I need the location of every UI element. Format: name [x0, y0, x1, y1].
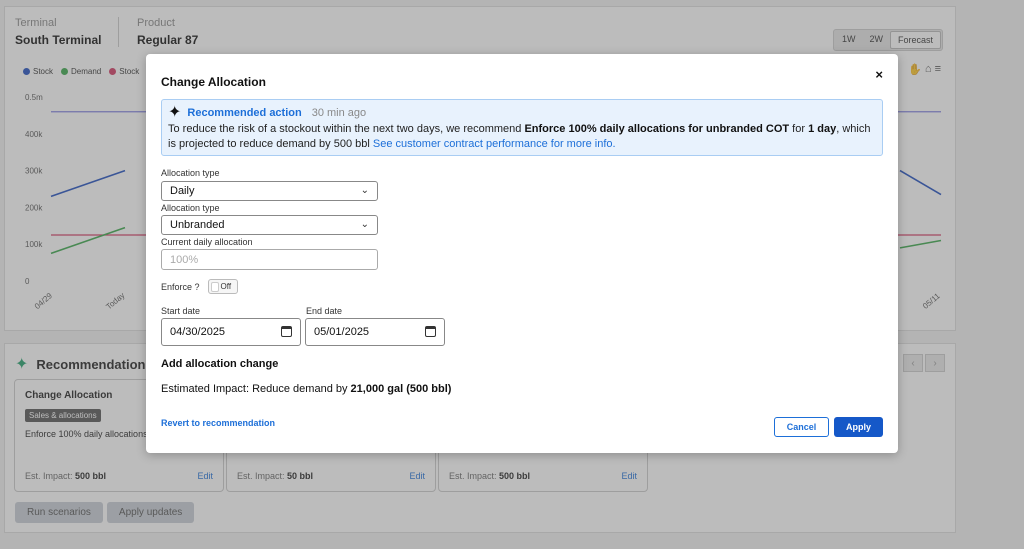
apply-button[interactable]: Apply [834, 417, 883, 437]
chevron-down-icon: ⌄ [360, 185, 369, 196]
select-value: Unbranded [170, 219, 225, 231]
allocation-type-label: Allocation type [161, 203, 220, 213]
current-daily-allocation-input: 100% [161, 249, 378, 270]
impact-value: 21,000 gal (500 bbl) [350, 383, 452, 395]
banner-text: To reduce the risk of a stockout within … [168, 122, 876, 152]
estimated-impact: Estimated Impact: Reduce demand by 21,00… [161, 383, 451, 395]
toggle-knob [210, 281, 219, 292]
revert-to-recommendation-link[interactable]: Revert to recommendation [161, 418, 275, 428]
cancel-button[interactable]: Cancel [774, 417, 829, 437]
current-daily-allocation-label: Current daily allocation [161, 237, 253, 247]
allocation-period-select[interactable]: Daily ⌄ [161, 181, 378, 201]
banner-title: Recommended action [187, 107, 302, 119]
banner-timestamp: 30 min ago [311, 107, 367, 119]
calendar-icon[interactable] [425, 326, 436, 337]
end-date-value: 05/01/2025 [314, 326, 370, 338]
chevron-down-icon: ⌄ [360, 219, 369, 230]
close-icon[interactable]: × [875, 67, 883, 82]
change-allocation-modal: Change Allocation × ✦ Recommended action… [146, 54, 898, 453]
impact-prefix: Estimated Impact: Reduce demand by [161, 383, 351, 395]
banner-text-bold: Enforce 100% daily allocations for unbra… [524, 123, 790, 135]
banner-text-bold: 1 day [808, 123, 837, 135]
start-date-value: 04/30/2025 [170, 326, 226, 338]
allocation-brand-select[interactable]: Unbranded ⌄ [161, 215, 378, 235]
calendar-icon[interactable] [281, 326, 292, 337]
banner-text-part: To reduce the risk of a stockout within … [168, 123, 525, 135]
banner-header: ✦ Recommended action 30 min ago [168, 105, 876, 121]
enforce-toggle[interactable]: Off [207, 279, 238, 294]
contract-performance-link[interactable]: See customer contract performance for mo… [373, 138, 616, 150]
start-date-label: Start date [161, 306, 201, 316]
start-date-input[interactable]: 04/30/2025 [161, 318, 301, 346]
enforce-row: Enforce ? Off [161, 279, 238, 294]
end-date-label: End date [306, 306, 343, 316]
modal-title: Change Allocation [161, 75, 266, 89]
enforce-label: Enforce ? [161, 281, 200, 292]
sparkle-icon: ✦ [168, 104, 182, 121]
toggle-state: Off [220, 282, 232, 291]
allocation-type-label: Allocation type [161, 168, 220, 178]
end-date-input[interactable]: 05/01/2025 [305, 318, 445, 346]
select-value: Daily [170, 185, 195, 197]
add-allocation-change-title: Add allocation change [161, 358, 279, 370]
banner-text-part: for [789, 123, 809, 135]
recommended-action-banner: ✦ Recommended action 30 min ago To reduc… [161, 99, 883, 156]
